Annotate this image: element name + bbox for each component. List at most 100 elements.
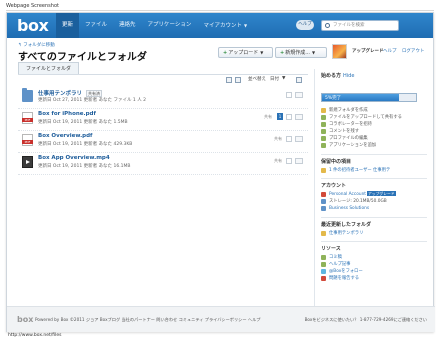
nav-my-account[interactable]: マイアカウント ▼ bbox=[197, 13, 253, 38]
profile-icon bbox=[321, 136, 326, 141]
account-plan-label[interactable]: Personal Account bbox=[329, 192, 366, 197]
divider bbox=[321, 154, 427, 155]
nav-contacts[interactable]: 連絡先 bbox=[113, 13, 142, 38]
resource-help-articles[interactable]: ヘルプ記事 bbox=[321, 261, 427, 268]
file-meta: 更新日 Oct 19, 2011 更新者 あなた 16.1MB bbox=[38, 164, 131, 169]
resource-follow-box[interactable]: @Boxをフォロー bbox=[321, 268, 427, 275]
browser-window: box 更新 ファイル 連絡先 アプリケーション マイアカウント ▼ ヘルプ ファ… bbox=[6, 12, 435, 332]
list-item[interactable]: Box App Overview.mp4 更新日 Oct 19, 2011 更新… bbox=[18, 153, 308, 175]
account-plan: Personal Account アップグレード bbox=[321, 191, 427, 198]
list-item[interactable]: Box for iPhone.pdf 更新日 Oct 19, 2011 更新者 … bbox=[18, 109, 308, 131]
chevron-down-icon: ▼ bbox=[311, 50, 316, 55]
share-link[interactable]: 共有 bbox=[274, 136, 282, 142]
more-options-icon[interactable] bbox=[295, 158, 303, 164]
search-input[interactable]: ファイルを検索 bbox=[321, 20, 399, 31]
resource-community[interactable]: コミ稿 bbox=[321, 254, 427, 261]
help-link[interactable]: ヘルプ bbox=[383, 49, 397, 54]
checkbox[interactable] bbox=[286, 158, 292, 164]
footer-links[interactable]: Powered by Box ©2011 ジョア Boxブログ 当社のパートナー… bbox=[35, 317, 260, 323]
top-navigation-bar: box 更新 ファイル 連絡先 アプリケーション マイアカウント ▼ ヘルプ ファ… bbox=[7, 13, 433, 38]
resource-label: コミ稿 bbox=[329, 255, 342, 260]
progress-bar: 5%完了 bbox=[321, 93, 417, 102]
checkbox[interactable] bbox=[286, 114, 292, 120]
more-options-icon[interactable] bbox=[295, 114, 303, 120]
share-link[interactable]: 共有 bbox=[274, 158, 282, 164]
tip-invite-collaborator[interactable]: コラボレーターを招待 bbox=[321, 121, 427, 128]
sort-label: 並べ替え bbox=[248, 77, 266, 82]
folder-icon bbox=[321, 231, 326, 236]
getting-started-heading: 始める方 Hide bbox=[321, 72, 354, 79]
waiting-item-label: 1 件の招待者ユーザー 仕事用テ bbox=[329, 168, 391, 173]
account-icon bbox=[321, 192, 326, 197]
search-icon bbox=[325, 23, 330, 28]
recent-folders-list: 仕事用テンポラリ bbox=[321, 230, 427, 237]
more-options-icon[interactable] bbox=[295, 92, 303, 98]
tip-leave-comment[interactable]: コメントを残す bbox=[321, 128, 427, 135]
more-options-icon[interactable] bbox=[295, 136, 303, 142]
tip-label: 新規フォルダを作成 bbox=[329, 108, 368, 113]
hide-link[interactable]: Hide bbox=[343, 73, 354, 79]
tip-label: アプリケーションを追加 bbox=[329, 143, 377, 148]
video-file-icon bbox=[22, 156, 33, 168]
tab-files-and-folders[interactable]: ファイルとフォルダ bbox=[18, 62, 80, 74]
storage-usage: ストレージ: 20.1MB/50.0GB bbox=[321, 198, 427, 205]
business-icon bbox=[321, 206, 326, 211]
waiting-heading: 保留中の項目 bbox=[321, 159, 352, 165]
help-button[interactable]: ヘルプ bbox=[296, 20, 314, 30]
tip-add-app[interactable]: アプリケーションを追加 bbox=[321, 142, 427, 149]
new-button[interactable]: +新規作成... ▼ bbox=[275, 47, 327, 58]
tip-label: コラボレーターを招待 bbox=[329, 122, 372, 127]
footer: box Powered by Box ©2011 ジョア Boxブログ 当社のパ… bbox=[7, 306, 435, 332]
file-name[interactable]: Box Overview.pdf bbox=[38, 133, 92, 139]
screenshot-url: http://www.box.net/files bbox=[8, 333, 62, 338]
tip-upload-share[interactable]: ファイルをアップロードして共有する bbox=[321, 114, 427, 121]
list-toolbar: 並べ替え 日付 ▼ bbox=[18, 74, 308, 83]
list-item[interactable]: 仕事用テンポラリ 共有済 更新日 Oct 27, 2011 更新者 あなた ファ… bbox=[18, 87, 308, 109]
tips-list: 新規フォルダを作成 ファイルをアップロードして共有する コラボレーターを招待 コ… bbox=[321, 107, 427, 149]
file-meta: 更新日 Oct 19, 2011 更新者 あなた 429.3KB bbox=[38, 142, 133, 147]
app-icon bbox=[321, 143, 326, 148]
getting-started-title: 始める方 bbox=[321, 73, 342, 79]
tip-edit-profile[interactable]: プロファイルの編集 bbox=[321, 135, 427, 142]
list-view-icon[interactable] bbox=[226, 77, 232, 83]
comment-count-badge[interactable]: 1 bbox=[277, 113, 283, 120]
checkbox[interactable] bbox=[286, 92, 292, 98]
file-meta: 更新日 Oct 19, 2011 更新者 あなた 1.5MB bbox=[38, 120, 128, 125]
logout-link[interactable]: ログアウト bbox=[402, 49, 425, 54]
plus-icon: + bbox=[223, 50, 228, 56]
recent-folder-item[interactable]: 仕事用テンポラリ bbox=[321, 230, 427, 237]
file-name[interactable]: Box for iPhone.pdf bbox=[38, 111, 96, 117]
sort-select[interactable]: 日付 bbox=[270, 76, 279, 82]
nav-updates[interactable]: 更新 bbox=[56, 13, 80, 38]
share-link[interactable]: 共有 bbox=[264, 114, 272, 120]
storage-label: ストレージ: 20.1MB/50.0GB bbox=[329, 199, 387, 204]
chevron-down-icon: ▼ bbox=[282, 76, 286, 81]
upload-button[interactable]: +アップロード ▼ bbox=[218, 47, 273, 58]
upgrade-badge[interactable]: アップグレード bbox=[366, 191, 396, 196]
checkbox[interactable] bbox=[286, 136, 292, 142]
grid-view-icon[interactable] bbox=[235, 77, 241, 83]
box-logo[interactable]: box bbox=[17, 16, 49, 35]
file-name[interactable]: Box App Overview.mp4 bbox=[38, 155, 110, 161]
footer-contact: Boxをビジネスに使いたい？ 1-877-729-4269にご連絡ください bbox=[304, 317, 427, 322]
resource-report-problem[interactable]: 問題を報告する bbox=[321, 275, 427, 282]
nav-applications[interactable]: アプリケーション bbox=[142, 13, 198, 38]
screenshot-title: Webpage Screenshot bbox=[6, 3, 59, 9]
divider bbox=[321, 178, 427, 179]
list-item[interactable]: Box Overview.pdf 更新日 Oct 19, 2011 更新者 あな… bbox=[18, 131, 308, 153]
file-name[interactable]: 仕事用テンポラリ bbox=[38, 89, 82, 97]
new-button-label: 新規作成... bbox=[285, 50, 310, 56]
account-list: Personal Account アップグレード ストレージ: 20.1MB/50… bbox=[321, 191, 427, 212]
nav-files[interactable]: ファイル bbox=[79, 13, 113, 38]
people-icon bbox=[321, 122, 326, 127]
upgrade-link[interactable]: アップグレード bbox=[352, 48, 384, 54]
chevron-down-icon: ▼ bbox=[260, 50, 264, 55]
divider bbox=[321, 241, 427, 242]
refresh-icon[interactable] bbox=[296, 77, 302, 83]
waiting-item[interactable]: 1 件の招待者ユーザー 仕事用テ bbox=[321, 167, 427, 174]
bug-icon bbox=[321, 276, 326, 281]
footer-logo[interactable]: box bbox=[17, 315, 33, 324]
tip-create-folder[interactable]: 新規フォルダを作成 bbox=[321, 107, 427, 114]
business-solutions-link[interactable]: Business Solutions bbox=[321, 205, 427, 212]
avatar[interactable] bbox=[332, 44, 347, 59]
